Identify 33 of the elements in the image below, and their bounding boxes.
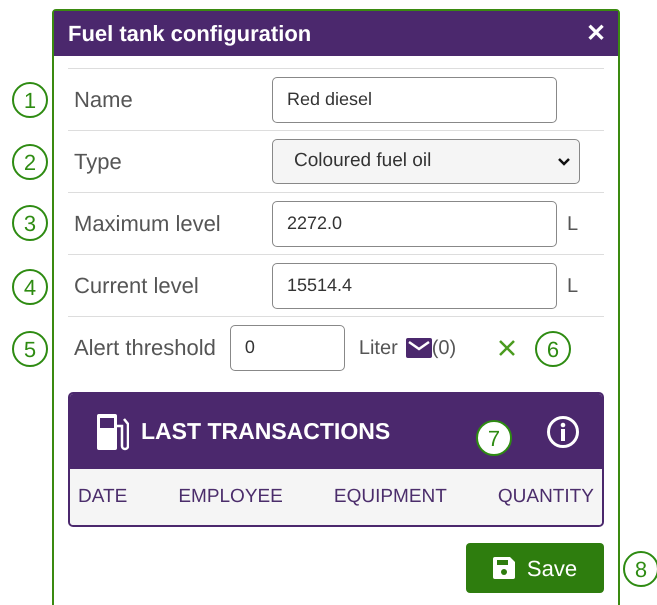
type-dropdown[interactable]: Coloured fuel oil bbox=[272, 139, 580, 184]
close-button[interactable]: ✕ bbox=[586, 16, 606, 52]
field-label: Name bbox=[74, 86, 134, 114]
threshold-field[interactable]: 0 bbox=[230, 324, 345, 370]
unit-label: L bbox=[567, 274, 578, 298]
unit-label: L bbox=[567, 212, 578, 236]
callout-marker: 3 bbox=[12, 205, 48, 241]
callout-marker: 5 bbox=[12, 331, 48, 367]
callout-marker: 2 bbox=[12, 144, 48, 180]
text-field[interactable]: 15514.4 bbox=[272, 262, 557, 308]
field-label: Maximum level bbox=[74, 210, 222, 238]
field-label: Alert threshold bbox=[74, 334, 216, 362]
column-header: EMPLOYEE bbox=[178, 484, 283, 509]
envelope-icon bbox=[406, 338, 432, 358]
column-header: EQUIPMENT bbox=[334, 484, 447, 509]
alert-count: (0) bbox=[432, 336, 456, 360]
text-field[interactable]: 2272.0 bbox=[272, 200, 557, 246]
chevron-down-icon bbox=[557, 156, 571, 166]
info-icon[interactable] bbox=[546, 414, 580, 448]
callout-marker: 4 bbox=[12, 269, 48, 305]
field-label: Type bbox=[74, 148, 123, 176]
field-label: Current level bbox=[74, 272, 200, 300]
callout-marker: 1 bbox=[12, 82, 48, 118]
window-title: Fuel tank configuration bbox=[68, 20, 312, 48]
save-button[interactable]: Save bbox=[466, 543, 604, 593]
text-field[interactable]: Red diesel bbox=[272, 76, 557, 122]
column-header: QUANTITY bbox=[498, 484, 594, 509]
unit-label: Liter bbox=[358, 336, 398, 360]
column-header: DATE bbox=[78, 484, 128, 509]
callout-marker: 8 bbox=[623, 551, 657, 587]
transactions-title: LAST TRANSACTIONS bbox=[141, 417, 390, 446]
fuel-pump-icon bbox=[95, 412, 129, 452]
delete-x-icon[interactable] bbox=[498, 338, 516, 356]
